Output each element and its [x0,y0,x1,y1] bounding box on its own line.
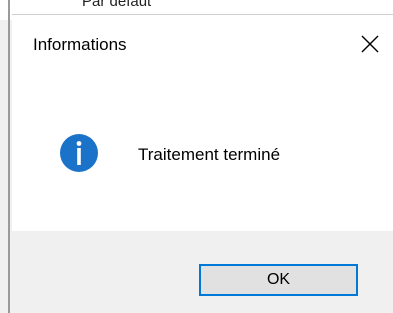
dialog-message: Traitement terminé [138,145,281,164]
dialog-titlebar: Informations [12,15,393,73]
close-button[interactable] [353,27,387,61]
dialog-footer: OK [12,231,393,313]
background-window-text: Par défaut [82,0,152,10]
info-icon [60,134,98,172]
background-window-border [8,0,10,313]
screen: Par défaut Informations Traitement termi… [0,0,393,313]
close-icon [361,35,379,53]
info-dialog: Informations Traitement terminé OK [12,14,393,313]
ok-button[interactable]: OK [199,264,358,296]
dialog-title: Informations [33,35,127,54]
dialog-content: Traitement terminé [12,73,393,231]
